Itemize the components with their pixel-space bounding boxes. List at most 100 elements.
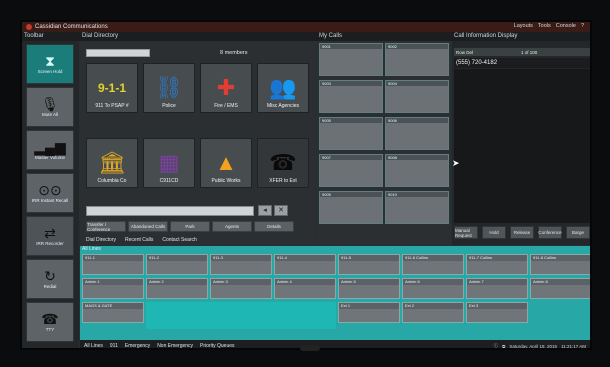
tab-emergency[interactable]: Emergency	[125, 343, 150, 348]
line-button[interactable]: Admin 6	[402, 278, 464, 299]
tab-contact-search[interactable]: Contact Search	[162, 237, 196, 243]
sidebar-screen-hold[interactable]: ⧗ Screen Hold	[26, 44, 74, 84]
line-button[interactable]: Ext 3	[466, 302, 528, 323]
call-slot[interactable]: 9002	[385, 43, 449, 76]
dial-tile-columbia-co[interactable]: 🏛 Columbia Co	[86, 138, 138, 188]
tab-911[interactable]: 911	[110, 343, 118, 348]
microphone-icon: 🎙	[41, 96, 59, 112]
caller-number: (555) 720-4182	[454, 58, 590, 68]
line-button[interactable]: Admin 1	[82, 278, 144, 299]
barge-button[interactable]: Barge	[566, 226, 590, 239]
line-button[interactable]: MAGS & GATE	[82, 302, 144, 323]
agencies-icon: 👥	[269, 75, 297, 100]
sidebar-redial[interactable]: ↻ Redial	[26, 259, 74, 299]
line-button[interactable]: Admin 8	[530, 278, 590, 299]
all-lines-panel: All Lines 911-1 911-2 911-3 911-4 911-5 …	[80, 246, 590, 340]
call-slot[interactable]: 9005	[319, 117, 383, 150]
my-calls-header: My Calls	[319, 33, 343, 39]
dial-tile-xfer-to-ext[interactable]: ☎ XFER to Ext	[257, 138, 309, 188]
tab-non-emergency[interactable]: Non Emergency	[157, 343, 193, 348]
redial-icon: ↻	[44, 268, 56, 284]
backspace-button[interactable]: ◂	[258, 205, 272, 216]
tab-priority-queues[interactable]: Priority Queues	[200, 343, 234, 348]
details-button[interactable]: Details	[254, 221, 294, 232]
tab-recent-calls[interactable]: Recent Calls	[125, 237, 153, 243]
line-button[interactable]: Admin 2	[146, 278, 208, 299]
line-button[interactable]: Admin 4	[274, 278, 336, 299]
menu-help[interactable]: ?	[581, 23, 584, 29]
dial-directory-panel: 8 members 9-1-1 911 To PSAP # ⛓ Police ✚…	[80, 41, 315, 245]
tab-dial-directory[interactable]: Dial Directory	[86, 237, 116, 243]
call-slot[interactable]: 9001	[319, 43, 383, 76]
call-slot[interactable]: 9003	[319, 80, 383, 113]
fire-ems-icon: ✚	[216, 75, 236, 100]
dial-tile-911[interactable]: 9-1-1 911 To PSAP #	[86, 63, 138, 113]
line-button[interactable]: 911-2	[146, 254, 208, 275]
line-button[interactable]: 911-3	[210, 254, 272, 275]
hold-button[interactable]: Hold	[482, 226, 506, 239]
status-bar: ⓘ ⧉ Saturday, April 18, 2015 11:21:17 AM	[493, 343, 586, 349]
line-button[interactable]: 911-1	[82, 254, 144, 275]
menu-console[interactable]: Console	[556, 23, 576, 29]
conference-button[interactable]: Conference	[538, 226, 562, 239]
dial-directory-header: Dial Directory	[82, 33, 119, 39]
sidebar-toolbar: ⧗ Screen Hold 🎙 Mute All ▂▄▆ Master Volu…	[22, 41, 79, 348]
menu-layouts[interactable]: Layouts	[514, 23, 533, 29]
line-button[interactable]: Admin 3	[210, 278, 272, 299]
release-button[interactable]: Release	[510, 226, 534, 239]
line-button[interactable]: 911-7 Collins	[466, 254, 528, 275]
911-icon: 9-1-1	[97, 81, 126, 95]
sidebar-irr-instant-recall[interactable]: ⊙⊙ IRR Instant Recall	[26, 173, 74, 213]
call-slot[interactable]: 9008	[385, 154, 449, 187]
monitor-reflection	[300, 345, 320, 351]
line-button[interactable]: Ext 2	[402, 302, 464, 323]
tab-all-lines[interactable]: All Lines	[84, 343, 103, 348]
dial-tile-fire-ems[interactable]: ✚ Fire / EMS	[200, 63, 252, 113]
call-slot[interactable]: 9007	[319, 154, 383, 187]
section-header-bar: Toolbar Dial Directory My Calls Call Inf…	[22, 32, 590, 41]
info-icon: ⓘ	[493, 343, 499, 348]
police-icon: ⛓	[155, 75, 183, 100]
dial-tile-misc-agencies[interactable]: 👥 Misc Agencies	[257, 63, 309, 113]
sidebar-irr-recorder[interactable]: ⇄ IRR Recorder	[26, 216, 74, 256]
call-slot[interactable]: 9004	[385, 80, 449, 113]
transfer-phone-icon: ☎	[269, 150, 297, 175]
call-details-box	[454, 69, 590, 223]
manual-request-button[interactable]: Manual Request	[454, 226, 478, 239]
cone-icon: ▲	[215, 150, 237, 175]
line-button[interactable]: 911-5	[338, 254, 400, 275]
voicemail-icon: ⊙⊙	[38, 182, 62, 198]
volume-bars-icon: ▂▄▆	[34, 139, 66, 155]
my-calls-panel: 9001 9002 9003 9004 9005 9006 9007 9008 …	[317, 41, 451, 245]
agents-button[interactable]: Agents	[212, 221, 252, 232]
dial-tile-police[interactable]: ⛓ Police	[143, 63, 195, 113]
sidebar-master-volume[interactable]: ▂▄▆ Master Volume	[26, 130, 74, 170]
call-slot[interactable]: 9006	[385, 117, 449, 150]
line-button[interactable]: 911-6 Collins	[402, 254, 464, 275]
sidebar-mute-all[interactable]: 🎙 Mute All	[26, 87, 74, 127]
transfer-conference-button[interactable]: Transfer / Conference	[86, 221, 126, 232]
line-button[interactable]: Ext 1	[338, 302, 400, 323]
line-button[interactable]: 911-8 Collins	[530, 254, 590, 275]
network-icon: ⧉	[502, 343, 506, 349]
call-slot[interactable]: 9010	[385, 191, 449, 224]
sidebar-tty[interactable]: ☎ TTY	[26, 302, 74, 342]
dial-tile-public-works[interactable]: ▲ Public Works	[200, 138, 252, 188]
line-button[interactable]: 911-4	[274, 254, 336, 275]
menu-tools[interactable]: Tools	[538, 23, 551, 29]
line-button[interactable]: Admin 5	[338, 278, 400, 299]
dial-search-input[interactable]	[86, 49, 150, 57]
toolbar-header: Toolbar	[24, 33, 44, 39]
park-button[interactable]: Park	[170, 221, 210, 232]
abandoned-calls-button[interactable]: Abandoned Calls	[128, 221, 168, 232]
console-window: Cassidian Communications Layouts Tools C…	[20, 20, 592, 350]
clear-button[interactable]: ✕	[274, 205, 288, 216]
line-button[interactable]: Admin 7	[466, 278, 528, 299]
status-time: 11:21:17 AM	[561, 343, 586, 349]
status-date: Saturday, April 18, 2015	[509, 343, 558, 349]
tty-icon: ☎	[41, 311, 59, 327]
dial-tile-c911cd[interactable]: ▦ C911CD	[143, 138, 195, 188]
call-info-header: Call Information Display	[454, 33, 518, 39]
call-slot[interactable]: 9009	[319, 191, 383, 224]
dial-number-input[interactable]	[86, 206, 254, 216]
